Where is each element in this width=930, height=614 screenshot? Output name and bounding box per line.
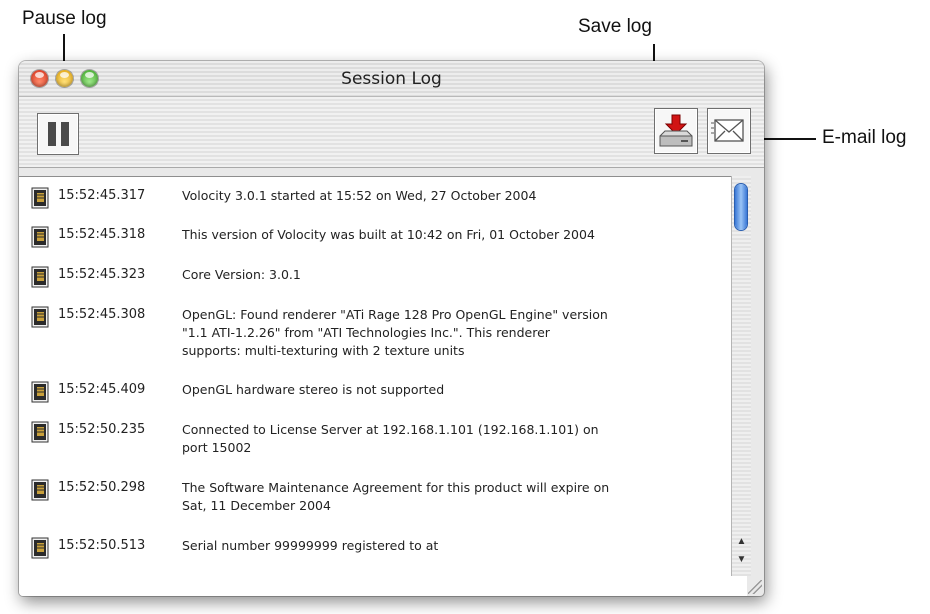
resize-grip-icon[interactable] — [748, 580, 762, 594]
log-document-icon — [31, 479, 51, 503]
log-document-icon — [31, 226, 51, 250]
email-log-button[interactable] — [707, 108, 751, 154]
log-timestamp: 15:52:45.317 — [58, 188, 146, 203]
log-timestamp: 15:52:45.308 — [58, 307, 146, 322]
log-document-icon — [31, 381, 51, 405]
save-log-button[interactable] — [654, 108, 698, 154]
log-message: Core Version: 3.0.1 — [182, 267, 301, 282]
vertical-scrollbar[interactable]: ▲ ▼ — [731, 176, 751, 576]
save-log-callout: Save log — [578, 16, 652, 37]
scroll-thumb[interactable] — [735, 184, 747, 230]
log-document-icon — [31, 266, 51, 290]
log-message: OpenGL hardware stereo is not supported — [182, 382, 445, 397]
log-message: Volocity 3.0.1 started at 15:52 on Wed, … — [182, 188, 537, 203]
log-message: Serial number 99999999 registered to at — [182, 538, 439, 553]
log-document-icon — [31, 306, 51, 330]
log-timestamp: 15:52:50.513 — [58, 538, 146, 553]
pause-log-callout: Pause log — [22, 8, 107, 29]
log-message: Connected to License Server at 192.168.1… — [182, 422, 599, 455]
log-document-icon — [31, 187, 51, 211]
log-timestamp: 15:52:45.318 — [58, 227, 146, 242]
log-timestamp: 15:52:50.298 — [58, 480, 146, 495]
log-message: The Software Maintenance Agreement for t… — [182, 480, 610, 513]
log-document-icon — [31, 421, 51, 445]
title-bar[interactable]: Session Log — [19, 61, 764, 97]
window-title: Session Log — [341, 69, 442, 89]
scroll-down-arrow-icon[interactable]: ▼ — [734, 552, 749, 568]
session-log-window: Session Log 15:52:45.317 Volocity 3.0.1 … — [19, 61, 764, 596]
log-view[interactable]: 15:52:45.317 Volocity 3.0.1 started at 1… — [19, 176, 747, 596]
log-timestamp: 15:52:45.323 — [58, 267, 146, 282]
envelope-icon — [711, 119, 744, 142]
log-document-icon — [31, 537, 51, 561]
pause-log-button[interactable] — [37, 113, 79, 155]
log-message: OpenGL: Found renderer "ATi Rage 128 Pro… — [182, 307, 608, 358]
scroll-up-arrow-icon[interactable]: ▲ — [734, 534, 749, 550]
email-log-callout: E-mail log — [822, 127, 907, 148]
log-timestamp: 15:52:50.235 — [58, 422, 146, 437]
log-message: This version of Volocity was built at 10… — [182, 227, 595, 242]
save-disk-icon — [659, 114, 693, 147]
log-timestamp: 15:52:45.409 — [58, 382, 146, 397]
toolbar — [19, 97, 764, 168]
